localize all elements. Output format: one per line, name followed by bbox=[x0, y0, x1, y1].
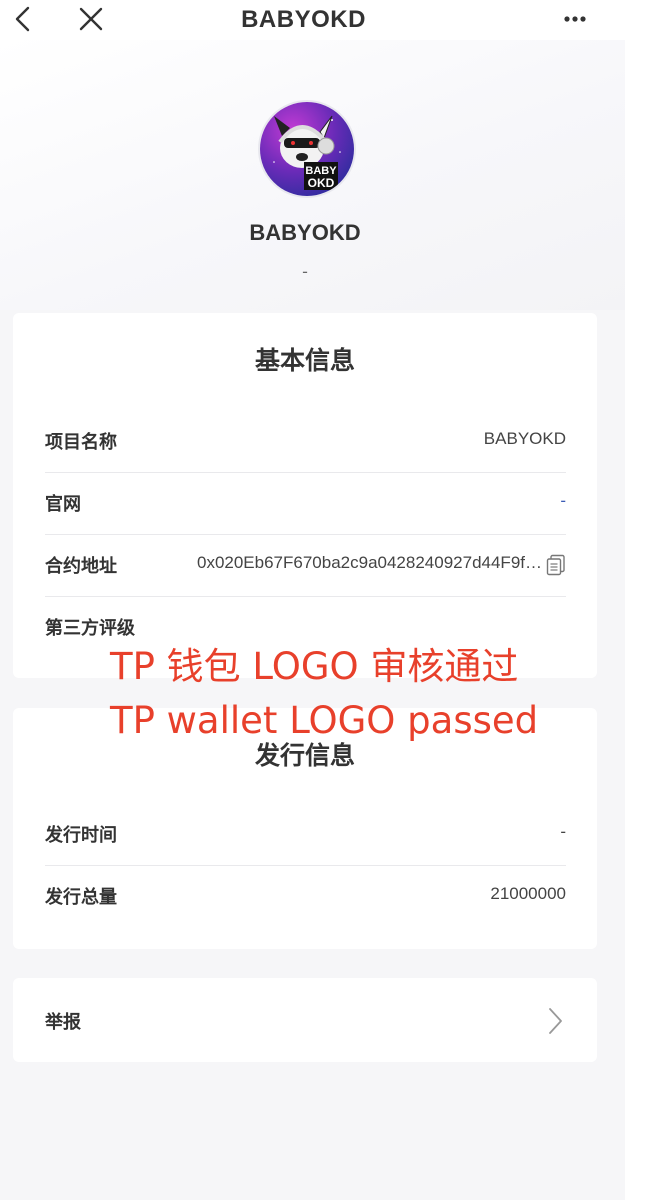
basic-info-title: 基本信息 bbox=[254, 346, 355, 375]
more-icon bbox=[564, 16, 586, 22]
row-contract-address: 合约地址 0x020Eb67F670ba2c9a0428240927d44F9f… bbox=[45, 534, 566, 597]
row-label: 项目名称 bbox=[45, 432, 117, 453]
row-label: 合约地址 bbox=[45, 556, 117, 577]
basic-info-card: 基本信息 项目名称 BABYOKD 官网 - 合约地址 0x020Eb67F67… bbox=[13, 313, 597, 678]
website-link[interactable]: - bbox=[560, 491, 566, 511]
top-navigation-bar: BABYOKD bbox=[0, 0, 647, 40]
row-issue-time: 发行时间 - bbox=[45, 803, 566, 866]
row-label: 发行时间 bbox=[45, 825, 117, 846]
row-project-name: 项目名称 BABYOKD bbox=[45, 410, 566, 473]
chevron-right-icon bbox=[549, 1008, 562, 1034]
annotation-line-2: TP wallet LOGO passed bbox=[110, 699, 539, 742]
report-row[interactable]: 举报 bbox=[13, 978, 597, 1062]
annotation-line-1: TP 钱包 LOGO 审核通过 bbox=[110, 645, 519, 688]
total-supply-value: 21000000 bbox=[490, 884, 566, 903]
project-name-value: BABYOKD bbox=[483, 429, 566, 448]
row-website[interactable]: 官网 - bbox=[45, 472, 566, 535]
token-name: BABYOKD bbox=[249, 220, 361, 245]
more-button[interactable] bbox=[558, 4, 592, 34]
copy-icon[interactable] bbox=[546, 554, 566, 576]
token-subtitle: - bbox=[302, 262, 308, 281]
report-label: 举报 bbox=[45, 1012, 81, 1033]
row-total-supply: 发行总量 21000000 bbox=[45, 865, 566, 927]
row-label: 第三方评级 bbox=[45, 618, 135, 639]
approval-annotation: TP 钱包 LOGO 审核通过 TP wallet LOGO passed bbox=[110, 640, 590, 748]
contract-address-value: 0x020Eb67F670ba2c9a0428240927d44F9f… bbox=[196, 553, 542, 572]
row-label: 官网 bbox=[45, 494, 81, 515]
page-title: BABYOKD bbox=[241, 6, 366, 33]
row-label: 发行总量 bbox=[45, 887, 117, 908]
issue-time-value: - bbox=[560, 822, 566, 841]
token-logo: BABY OKD bbox=[258, 100, 356, 198]
logo-text-bottom: OKD bbox=[308, 176, 335, 190]
page-edge bbox=[625, 0, 647, 1200]
